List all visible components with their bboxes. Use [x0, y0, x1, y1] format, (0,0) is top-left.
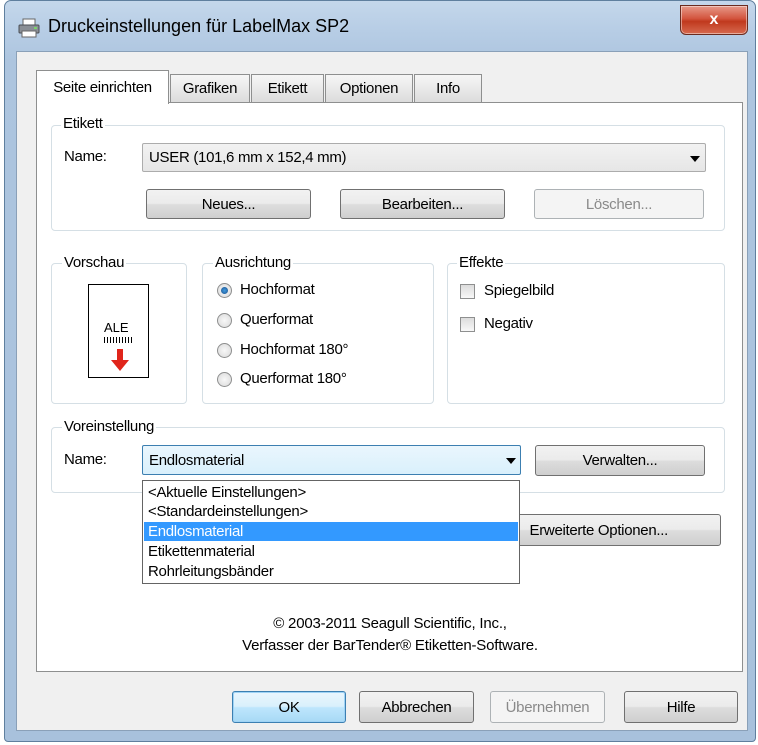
new-label-button[interactable]: Neues... [146, 189, 311, 219]
button-label: Bearbeiten... [381, 195, 464, 213]
radio-label: Querformat 180° [240, 370, 347, 387]
chevron-down-icon [690, 156, 700, 162]
effekte-legend: Effekte [457, 254, 506, 271]
voreinstellung-name-label: Name: [64, 451, 107, 468]
radio-label: Hochformat 180° [240, 341, 349, 358]
tab-label: Etikett [267, 80, 308, 97]
tab-label: Optionen [339, 80, 399, 97]
help-button[interactable]: Hilfe [624, 691, 738, 723]
copyright-line-2: Verfasser der BarTender® Etiketten-Softw… [242, 637, 538, 654]
printer-icon [18, 18, 40, 38]
barcode-icon [104, 337, 134, 343]
tab-etikett[interactable]: Etikett [251, 74, 324, 102]
close-button[interactable]: x [680, 5, 748, 35]
checkbox[interactable] [460, 284, 475, 299]
radio-label: Hochformat [240, 281, 315, 298]
voreinstellung-select[interactable]: Endlosmaterial [142, 445, 521, 475]
radio-button[interactable] [217, 283, 232, 298]
cancel-button[interactable]: Abbrechen [359, 691, 474, 723]
checkbox-label: Negativ [484, 315, 533, 332]
arrow-down-icon [111, 349, 129, 375]
button-label: Abbrechen [381, 698, 452, 716]
tab-seite-einrichten[interactable]: Seite einrichten [36, 70, 169, 104]
radio-button[interactable] [217, 343, 232, 358]
tab-optionen[interactable]: Optionen [325, 74, 413, 102]
radio-hochformat-180[interactable]: Hochformat 180° [217, 340, 417, 362]
checkbox-negativ[interactable]: Negativ [460, 314, 660, 336]
etikett-name-label: Name: [64, 148, 107, 165]
checkbox-spiegelbild[interactable]: Spiegelbild [460, 281, 660, 303]
preset-dropdown-list[interactable]: <Aktuelle Einstellungen> <Standardeinste… [142, 480, 520, 584]
radio-querformat[interactable]: Querformat [217, 310, 417, 332]
button-label: Hilfe [666, 698, 696, 716]
button-label: OK [278, 698, 300, 716]
tab-grafiken[interactable]: Grafiken [170, 74, 250, 102]
button-label: Übernehmen [505, 698, 590, 716]
dropdown-item[interactable]: <Standardeinstellungen> [144, 502, 518, 521]
radio-querformat-180[interactable]: Querformat 180° [217, 369, 417, 391]
checkbox[interactable] [460, 317, 475, 332]
apply-button[interactable]: Übernehmen [490, 691, 605, 723]
dropdown-item[interactable]: <Aktuelle Einstellungen> [144, 483, 518, 502]
preview-text: ALE [104, 320, 129, 335]
edit-label-button[interactable]: Bearbeiten... [340, 189, 505, 219]
voreinstellung-legend: Voreinstellung [62, 418, 157, 435]
etikett-name-select[interactable]: USER (101,6 mm x 152,4 mm) [142, 143, 706, 172]
copyright-line-1: © 2003-2011 Seagull Scientific, Inc., [273, 615, 507, 632]
chevron-down-icon [506, 458, 516, 464]
radio-label: Querformat [240, 311, 313, 328]
radio-hochformat[interactable]: Hochformat [217, 280, 417, 302]
etikett-name-value: USER (101,6 mm x 152,4 mm) [149, 149, 347, 166]
button-label: Erweiterte Optionen... [529, 521, 669, 539]
button-label: Neues... [201, 195, 256, 213]
label-preview: ALE [88, 284, 149, 378]
close-icon: x [709, 11, 719, 28]
tab-label: Info [436, 80, 460, 97]
radio-button[interactable] [217, 313, 232, 328]
dropdown-item[interactable]: Etikettenmaterial [144, 542, 518, 561]
etikett-legend: Etikett [61, 115, 105, 132]
delete-label-button[interactable]: Löschen... [534, 189, 704, 219]
tab-info[interactable]: Info [414, 74, 482, 102]
tab-label: Seite einrichten [53, 79, 152, 96]
radio-button[interactable] [217, 372, 232, 387]
window-title: Druckeinstellungen für LabelMax SP2 [48, 16, 350, 36]
button-label: Löschen... [585, 195, 653, 213]
vorschau-legend: Vorschau [62, 254, 127, 271]
title-bar[interactable]: Druckeinstellungen für LabelMax SP2 x [8, 5, 750, 50]
manage-button[interactable]: Verwalten... [535, 445, 705, 476]
ausrichtung-legend: Ausrichtung [213, 254, 293, 271]
tab-label: Grafiken [182, 80, 238, 97]
voreinstellung-value: Endlosmaterial [149, 452, 245, 469]
button-label: Verwalten... [582, 452, 658, 469]
dropdown-item-selected[interactable]: Endlosmaterial [144, 522, 518, 541]
dropdown-item[interactable]: Rohrleitungsbänder [144, 562, 518, 581]
ok-button[interactable]: OK [232, 691, 346, 723]
checkbox-label: Spiegelbild [484, 282, 555, 299]
